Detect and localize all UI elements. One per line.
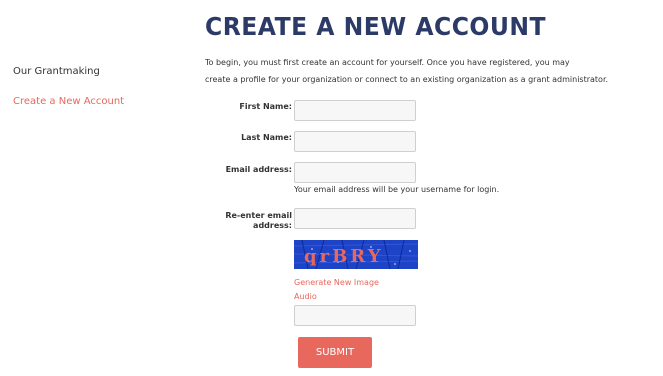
reenter-email-label-line-2: address: — [253, 221, 292, 230]
captcha-noise: qrBRY — [294, 240, 418, 269]
page-title: CREATE A NEW ACCOUNT — [205, 12, 547, 41]
generate-new-image-link[interactable]: Generate New Image — [294, 278, 379, 287]
email-label: Email address: — [225, 165, 292, 174]
audio-link[interactable]: Audio — [294, 292, 317, 301]
sidebar-item-create-account[interactable]: Create a New Account — [13, 96, 124, 107]
last-name-label: Last Name: — [241, 133, 292, 142]
email-field[interactable] — [294, 162, 416, 183]
reenter-email-label: Re-enter email address: — [225, 211, 292, 231]
captcha-image: qrBRY — [294, 240, 418, 269]
intro-text: To begin, you must first create an accou… — [205, 54, 655, 88]
captcha-text: qrBRY — [304, 246, 384, 267]
last-name-field[interactable] — [294, 131, 416, 152]
intro-line-2: create a profile for your organization o… — [205, 75, 609, 84]
reenter-email-field[interactable] — [294, 208, 416, 229]
sidebar-item-our-grantmaking[interactable]: Our Grantmaking — [13, 66, 100, 77]
reenter-email-label-line-1: Re-enter email — [225, 211, 292, 220]
first-name-field[interactable] — [294, 100, 416, 121]
email-hint: Your email address will be your username… — [294, 185, 500, 194]
first-name-label: First Name: — [239, 102, 292, 111]
intro-line-1: To begin, you must first create an accou… — [205, 58, 570, 67]
submit-button[interactable]: SUBMIT — [298, 337, 372, 368]
captcha-input[interactable] — [294, 305, 416, 326]
